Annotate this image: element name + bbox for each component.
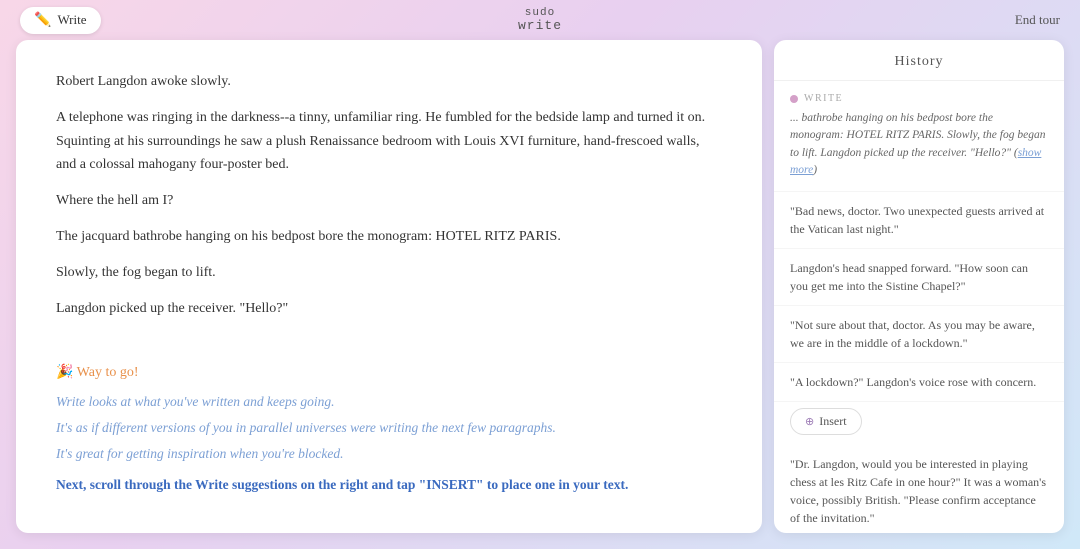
tip-line: It's great for getting inspiration when … <box>56 443 722 465</box>
write-button-label: Write <box>57 12 86 28</box>
logo-write-text: write <box>518 19 562 33</box>
story-paragraph: A telephone was ringing in the darkness-… <box>56 106 722 177</box>
history-suggestions: "Bad news, doctor. Two unexpected guests… <box>774 192 1064 533</box>
app-logo: sudo write <box>518 7 562 33</box>
pen-icon: ✏️ <box>34 12 51 29</box>
history-write-label: WRITE <box>790 93 1048 104</box>
write-dot-icon <box>790 95 798 103</box>
list-item: "Bad news, doctor. Two unexpected guests… <box>774 192 1064 249</box>
story-paragraph: Robert Langdon awoke slowly. <box>56 70 722 94</box>
main-layout: Robert Langdon awoke slowly. A telephone … <box>0 40 1080 549</box>
story-paragraph: Langdon picked up the receiver. "Hello?" <box>56 297 722 321</box>
insert-button[interactable]: ⊕ Insert <box>790 408 862 435</box>
history-write-label-text: WRITE <box>804 93 843 104</box>
list-item: "A lockdown?" Langdon's voice rose with … <box>774 363 1064 402</box>
story-paragraph: Where the hell am I? <box>56 189 722 213</box>
list-item: Langdon's head snapped forward. "How soo… <box>774 249 1064 306</box>
insert-button-label: Insert <box>819 414 846 429</box>
editor-panel[interactable]: Robert Langdon awoke slowly. A telephone … <box>16 40 762 533</box>
write-tip-section: 🎉 Way to go! Write looks at what you've … <box>56 364 722 495</box>
story-text: Robert Langdon awoke slowly. A telephone … <box>56 70 722 320</box>
list-item: "Not sure about that, doctor. As you may… <box>774 306 1064 363</box>
history-write-text: ... bathrobe hanging on his bedpost bore… <box>790 110 1048 179</box>
tip-line: It's as if different versions of you in … <box>56 417 722 439</box>
tip-header: 🎉 Way to go! <box>56 364 722 381</box>
divider <box>56 332 722 356</box>
end-tour-button[interactable]: End tour <box>1015 12 1060 28</box>
tip-cta: Next, scroll through the Write suggestio… <box>56 474 722 496</box>
story-paragraph: Slowly, the fog began to lift. <box>56 261 722 285</box>
history-panel[interactable]: History WRITE ... bathrobe hanging on hi… <box>774 40 1064 533</box>
story-paragraph: The jacquard bathrobe hanging on his bed… <box>56 225 722 249</box>
tip-lines: Write looks at what you've written and k… <box>56 391 722 464</box>
list-item: "Dr. Langdon, would you be interested in… <box>774 445 1064 533</box>
insert-icon: ⊕ <box>805 415 814 428</box>
history-title: History <box>774 40 1064 81</box>
history-write-entry: WRITE ... bathrobe hanging on his bedpos… <box>774 81 1064 192</box>
tip-line: Write looks at what you've written and k… <box>56 391 722 413</box>
history-write-content: ... bathrobe hanging on his bedpost bore… <box>790 112 1045 159</box>
write-button[interactable]: ✏️ Write <box>20 7 101 34</box>
top-bar: ✏️ Write sudo write End tour <box>0 0 1080 40</box>
